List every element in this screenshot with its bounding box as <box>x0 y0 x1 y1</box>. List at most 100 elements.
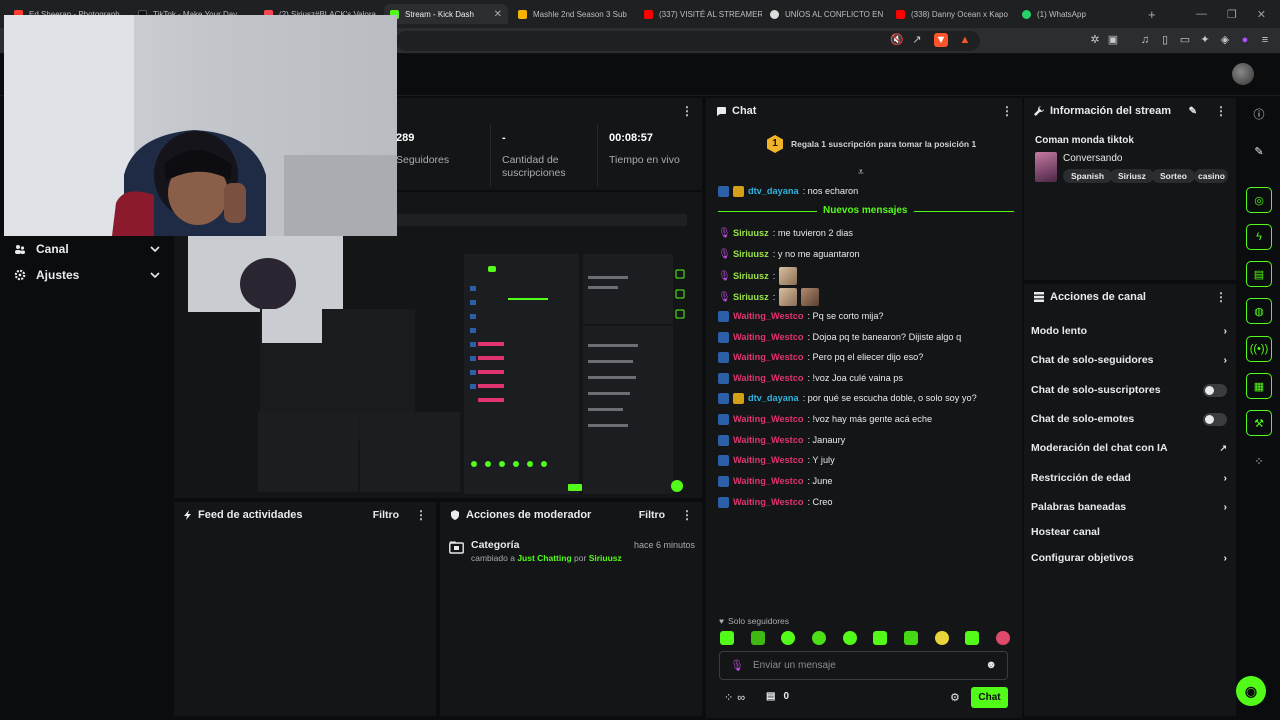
user-avatar[interactable] <box>1232 63 1254 85</box>
infinity-icon[interactable]: ∞ <box>737 692 745 704</box>
gift-sub-prompt[interactable]: Regala 1 suscripción para tomar la posic… <box>791 139 976 149</box>
chat-username[interactable]: Siriuusz <box>733 249 769 259</box>
followers-only-item[interactable]: Chat de solo-seguidores › <box>1031 351 1227 369</box>
kebab-menu-icon[interactable]: ⋮ <box>1215 290 1227 304</box>
chat-message[interactable]: Waiting_Westco: Creo <box>718 495 832 509</box>
emote-icon[interactable] <box>750 631 765 645</box>
maximize-icon[interactable]: ❐ <box>1227 8 1237 21</box>
media-icon[interactable]: ♫ <box>1138 33 1152 47</box>
kebab-menu-icon[interactable]: ⋮ <box>1215 104 1227 118</box>
brave-rewards-icon[interactable]: ▲ <box>958 33 972 47</box>
close-tab-icon[interactable]: ✕ <box>494 9 502 20</box>
stream-tag[interactable]: Sorteo <box>1152 169 1195 183</box>
more-apps-icon[interactable]: ⁘ <box>1246 448 1272 474</box>
chat-message[interactable]: Waiting_Westco: !voz Joa culé vaina ps <box>718 371 903 385</box>
emote-icon[interactable] <box>842 631 857 645</box>
send-chat-button[interactable]: Chat <box>971 687 1008 708</box>
emoji-picker-icon[interactable]: ☻ <box>985 659 997 671</box>
mod-action-user[interactable]: Siriuusz <box>589 553 622 563</box>
chat-username[interactable]: Waiting_Westco <box>733 332 803 342</box>
wrench-icon[interactable]: ⚒ <box>1246 410 1272 436</box>
close-window-icon[interactable]: ✕ <box>1257 8 1266 21</box>
kebab-menu-icon[interactable]: ⋮ <box>681 508 693 522</box>
browser-tab[interactable]: (1) WhatsApp <box>1016 4 1134 24</box>
kebab-menu-icon[interactable]: ⋮ <box>1001 104 1013 118</box>
extensions-icon[interactable]: ✲ <box>1088 33 1102 47</box>
stream-preview-video[interactable] <box>188 214 687 496</box>
emote-icon[interactable] <box>720 631 734 645</box>
chat-message[interactable]: Waiting_Westco: June <box>718 474 832 488</box>
chat-emote[interactable] <box>779 288 798 306</box>
chat-username[interactable]: Siriuusz <box>733 292 769 302</box>
configure-goals-item[interactable]: Configurar objetivos › <box>1031 549 1227 567</box>
chat-emote[interactable] <box>779 267 798 285</box>
chat-message[interactable]: Waiting_Westco: !voz hay más gente acá e… <box>718 412 932 426</box>
emotes-only-item[interactable]: Chat de solo-emotes <box>1031 410 1227 428</box>
stream-tag[interactable]: Spanish <box>1063 169 1113 183</box>
mod-action-category[interactable]: Just Chatting <box>517 553 571 563</box>
browser-tab[interactable]: UNÍOS AL CONFLICTO EN <box>764 4 888 24</box>
chat-username[interactable]: dtv_dayana <box>748 393 799 403</box>
subscribers-only-toggle[interactable] <box>1203 383 1227 397</box>
brave-shields-icon[interactable]: ▼ <box>934 33 948 47</box>
stream-category[interactable]: Conversando <box>1063 153 1122 164</box>
chat-username[interactable]: Waiting_Westco <box>733 497 803 507</box>
lightning-icon[interactable]: ϟ <box>1246 224 1272 250</box>
kebab-menu-icon[interactable]: ⋮ <box>681 104 693 118</box>
broadcast-icon[interactable]: ((•)) <box>1246 336 1272 362</box>
emotes-only-toggle[interactable] <box>1203 412 1227 426</box>
camera-focus-icon[interactable]: ◎ <box>1246 187 1272 213</box>
kebab-menu-icon[interactable]: ⋮ <box>415 508 427 522</box>
activity-filter-button[interactable]: Filtro <box>373 509 399 521</box>
chat-icon[interactable]: ◍ <box>1246 298 1272 324</box>
chat-username[interactable]: Waiting_Westco <box>733 455 803 465</box>
chat-username[interactable]: dtv_dayana <box>748 186 799 196</box>
menu-icon[interactable]: ≡ <box>1258 33 1272 47</box>
vpn-icon[interactable]: ◈ <box>1218 33 1232 47</box>
chat-username[interactable]: Waiting_Westco <box>733 352 803 362</box>
screenshot-icon[interactable]: ▣ <box>1106 33 1120 47</box>
chat-message[interactable]: Waiting_Westco: Pero pq el eliecer dijo … <box>718 350 923 364</box>
chat-message[interactable]: 🎙 Siriuusz: me tuvieron 2 dias <box>718 226 853 240</box>
emote-icon[interactable] <box>781 631 796 645</box>
age-restriction-item[interactable]: Restricción de edad › <box>1031 469 1227 487</box>
chat-username[interactable]: Waiting_Westco <box>733 435 803 445</box>
browser-tab-active[interactable]: Stream - Kick Dash ✕ <box>384 4 508 24</box>
emote-icon[interactable] <box>965 631 980 645</box>
sidebar-item-ajustes[interactable]: Ajustes <box>14 265 160 285</box>
chat-username[interactable]: Waiting_Westco <box>733 311 803 321</box>
wallet-icon[interactable]: ▭ <box>1178 33 1192 47</box>
mod-filter-button[interactable]: Filtro <box>639 509 665 521</box>
chat-message[interactable]: Waiting_Westco: Y july <box>718 453 835 467</box>
info-icon[interactable]: ⓘ <box>1246 101 1272 127</box>
chat-message[interactable]: 🎙 Siriuusz: y no me aguantaron <box>718 247 860 261</box>
banned-words-item[interactable]: Palabras baneadas › <box>1031 498 1227 516</box>
slow-mode-item[interactable]: Modo lento › <box>1031 322 1227 340</box>
new-tab-button[interactable]: + <box>1142 4 1158 24</box>
chat-message[interactable]: Waiting_Westco: Janaury <box>718 433 845 447</box>
minimize-icon[interactable]: — <box>1196 8 1207 20</box>
stream-tag[interactable]: Siriusz <box>1110 169 1154 183</box>
chat-username[interactable]: Waiting_Westco <box>733 414 803 424</box>
chat-settings-gear-icon[interactable]: ⚙ <box>950 691 960 704</box>
chat-message[interactable]: dtv_dayana: por qué se escucha doble, o … <box>718 391 977 405</box>
edit-pencil-icon[interactable]: ✎ <box>1189 106 1197 117</box>
chat-username[interactable]: Siriuusz <box>733 271 769 281</box>
browser-tab[interactable]: (338) Danny Ocean x Kapo <box>890 4 1014 24</box>
browser-tab[interactable]: (337) VISITÉ AL STREAMER <box>638 4 762 24</box>
profile-icon[interactable]: ● <box>1238 33 1252 47</box>
chat-message[interactable]: 🎙 Siriuusz: <box>718 267 798 285</box>
emote-icon[interactable] <box>873 631 888 645</box>
channel-points[interactable]: ▤ 0 <box>766 691 789 702</box>
chat-username[interactable]: Waiting_Westco <box>733 476 803 486</box>
chat-message[interactable]: Waiting_Westco: Pq se corto mija? <box>718 309 884 323</box>
reading-list-icon[interactable]: ▯ <box>1158 33 1172 47</box>
emote-icon[interactable] <box>903 631 918 645</box>
document-icon[interactable]: ▤ <box>1246 261 1272 287</box>
host-channel-item[interactable]: Hostear canal <box>1031 523 1227 541</box>
emote-icon[interactable] <box>934 631 949 645</box>
chat-message[interactable]: Waiting_Westco: Dojoa pq te banearon? Di… <box>718 330 961 344</box>
chat-username[interactable]: Waiting_Westco <box>733 373 803 383</box>
chat-message[interactable]: 🎙 Siriuusz: <box>718 288 820 306</box>
emote-icon[interactable] <box>811 631 826 645</box>
